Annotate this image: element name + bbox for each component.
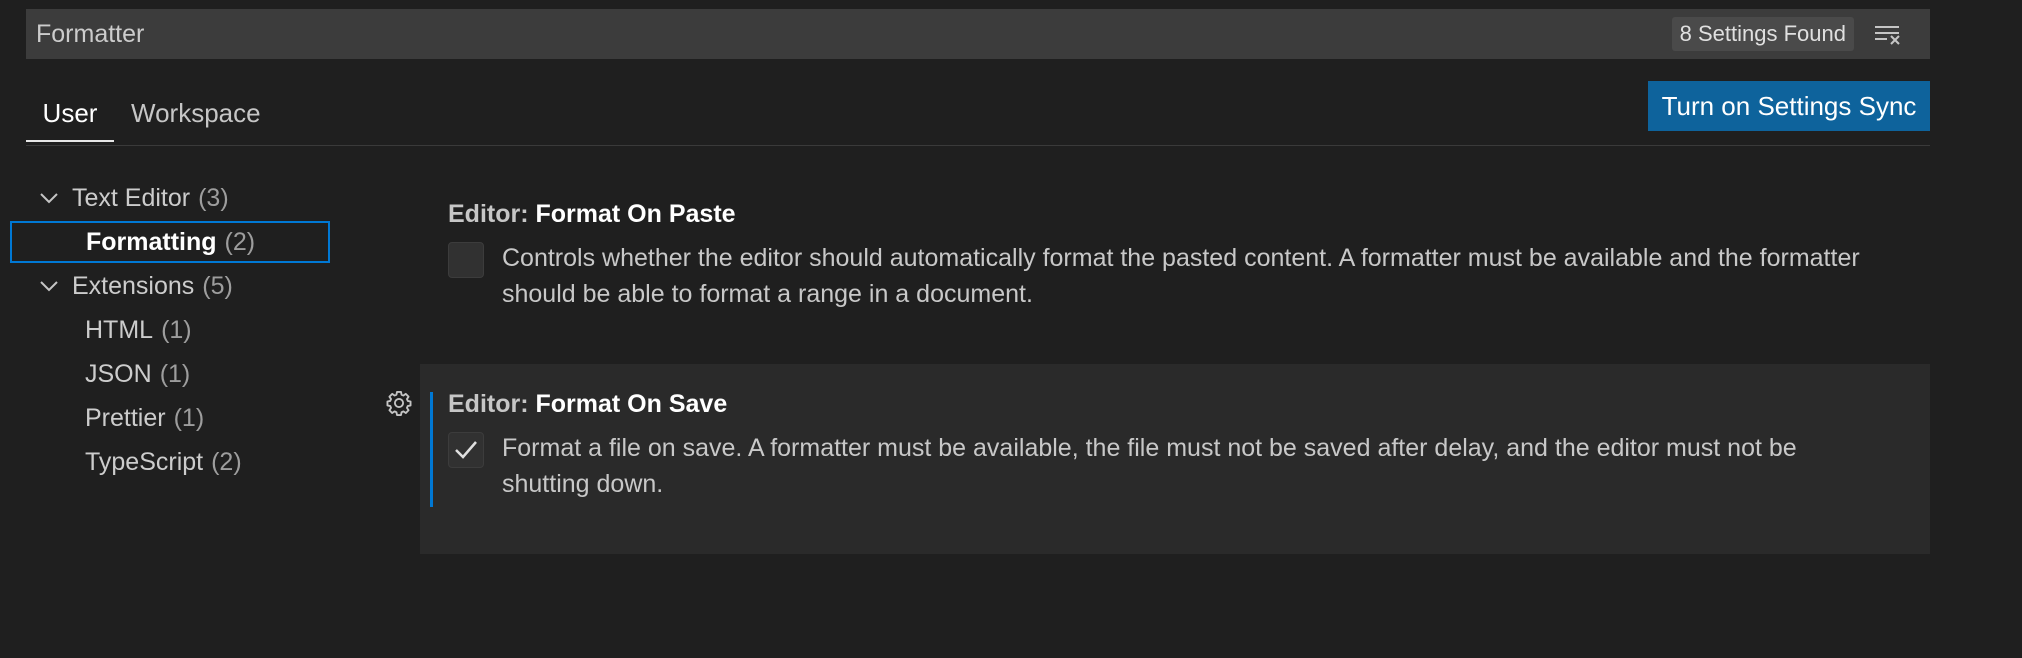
setting-title: Editor: Format On Paste — [448, 200, 1918, 229]
tree-item-count: (5) — [202, 271, 233, 300]
tree-item-count: (1) — [159, 359, 191, 388]
setting-format-on-paste: Editor: Format On Paste Controls whether… — [448, 200, 1918, 320]
tree-item-html[interactable]: HTML (1) — [85, 309, 192, 351]
tree-item-label: HTML — [85, 315, 154, 344]
tree-item-label: TypeScript — [85, 447, 204, 476]
tree-item-count: (2) — [211, 447, 242, 476]
tree-item-extensions[interactable]: Extensions (5) — [38, 265, 233, 307]
tree-item-label: Prettier — [85, 403, 166, 432]
tree-item-count: (1) — [173, 403, 205, 432]
settings-editor: 8 Settings Found User Workspace Turn on … — [0, 0, 2022, 658]
chevron-down-icon — [38, 187, 60, 209]
tree-item-label: Text Editor — [72, 183, 191, 212]
chevron-down-icon — [38, 275, 60, 297]
setting-name: Format On Paste — [535, 200, 736, 228]
focus-indicator — [430, 392, 433, 507]
tree-item-json[interactable]: JSON (1) — [85, 353, 190, 395]
tab-user[interactable]: User — [26, 94, 114, 142]
setting-name: Format On Save — [535, 390, 728, 418]
tree-item-label: Formatting — [86, 227, 217, 256]
tree-item-label: Extensions — [72, 271, 195, 300]
format-on-save-checkbox[interactable] — [448, 432, 484, 468]
tab-workspace[interactable]: Workspace — [131, 94, 261, 142]
tree-item-label: JSON — [85, 359, 152, 388]
format-on-paste-checkbox[interactable] — [448, 242, 484, 278]
tree-item-formatting[interactable]: Formatting (2) — [10, 221, 330, 263]
tree-item-count: (1) — [161, 315, 192, 344]
tree-item-count: (3) — [198, 183, 229, 212]
clear-filter-icon[interactable] — [1868, 17, 1908, 51]
setting-description: Format a file on save. A formatter must … — [502, 434, 1797, 498]
setting-category: Editor: — [448, 200, 529, 228]
search-bar: 8 Settings Found — [26, 9, 1930, 59]
settings-tabs: User Workspace — [26, 90, 1930, 146]
search-input[interactable] — [26, 9, 1672, 59]
gear-icon[interactable] — [384, 388, 414, 418]
results-count-badge: 8 Settings Found — [1671, 17, 1854, 51]
tree-item-prettier[interactable]: Prettier (1) — [85, 397, 204, 439]
setting-title: Editor: Format On Save — [448, 390, 1918, 419]
check-icon — [455, 441, 477, 459]
setting-format-on-save: Editor: Format On Save Format a file on … — [448, 390, 1918, 510]
setting-description: Controls whether the editor should autom… — [502, 244, 1860, 308]
tree-item-count: (2) — [224, 227, 256, 256]
tree-item-typescript[interactable]: TypeScript (2) — [85, 441, 242, 483]
setting-category: Editor: — [448, 390, 529, 418]
tree-item-text-editor[interactable]: Text Editor (3) — [38, 177, 229, 219]
turn-on-settings-sync-button[interactable]: Turn on Settings Sync — [1648, 81, 1930, 131]
